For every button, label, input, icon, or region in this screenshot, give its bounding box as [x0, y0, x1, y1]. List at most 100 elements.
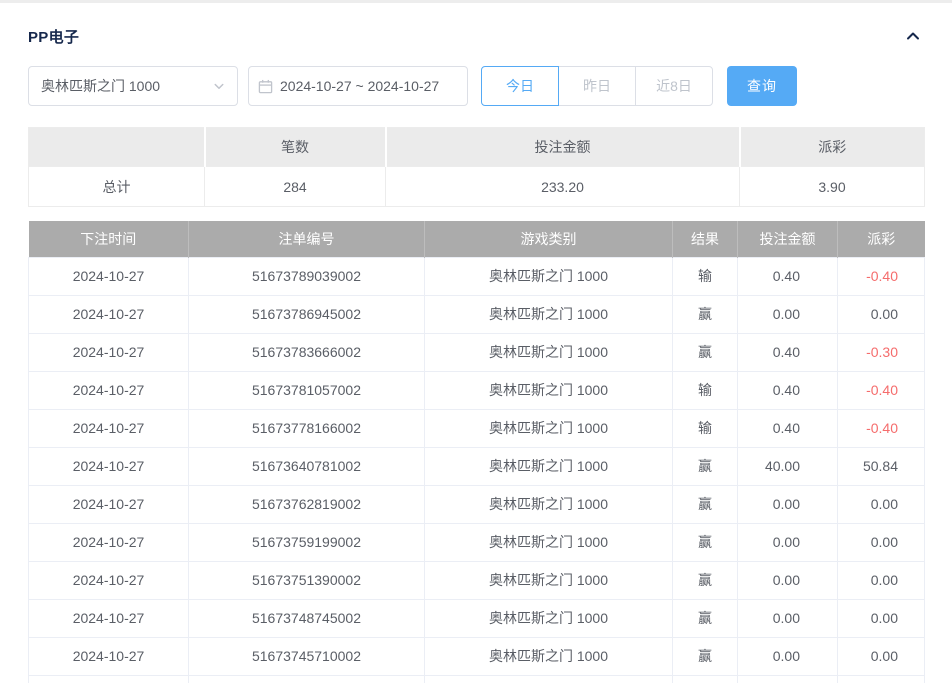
column-header-result: 结果 [672, 221, 738, 257]
cell-bet-id: 51673751390002 [188, 560, 425, 600]
column-header-bet-id: 注单编号 [188, 221, 425, 257]
table-row: 2024-10-27 51673783666002 奥林匹斯之门 1000 赢 0.40… [28, 332, 925, 372]
today-button[interactable]: 今日 [481, 66, 559, 106]
last-8-days-button[interactable]: 近8日 [635, 66, 713, 106]
table-row: 2024-10-27 51673781057002 奥林匹斯之门 1000 输 0.40… [28, 370, 925, 410]
cell-bet-amount: 0.00 [737, 598, 838, 638]
cell-bet-amount: 0.00 [737, 636, 838, 676]
yesterday-button[interactable]: 昨日 [558, 66, 636, 106]
cell-payout: 0.00 [837, 294, 925, 334]
summary-total-row: 总计 284 233.20 3.90 [28, 166, 925, 207]
cell-payout: 0.00 [837, 484, 925, 524]
cell-game-type: 奥林匹斯之门 1000 [424, 294, 673, 334]
cell-empty [28, 674, 189, 683]
cell-empty [424, 674, 673, 683]
game-select[interactable]: 奥林匹斯之门 1000 [28, 66, 238, 106]
table-row: 2024-10-27 51673786945002 奥林匹斯之门 1000 赢 0.00… [28, 294, 925, 334]
cell-result: 赢 [672, 560, 738, 600]
table-row: 2024-10-27 51673759199002 奥林匹斯之门 1000 赢 0.00… [28, 522, 925, 562]
column-header-game-type: 游戏类别 [424, 221, 673, 257]
cell-bet-amount: 0.00 [737, 294, 838, 334]
cell-result: 赢 [672, 446, 738, 486]
records-tbody: 2024-10-27 51673789039002 奥林匹斯之门 1000 输 0.40… [28, 256, 925, 683]
cell-payout: -0.40 [837, 256, 925, 296]
cell-empty [737, 674, 838, 683]
filter-row: 奥林匹斯之门 1000 2024-10-27 ~ 2024-10-27 今日 昨… [28, 66, 924, 106]
cell-bet-id: 51673762819002 [188, 484, 425, 524]
cell-game-type: 奥林匹斯之门 1000 [424, 446, 673, 486]
cell-payout: -0.30 [837, 332, 925, 372]
collapse-chevron-up-icon[interactable] [902, 25, 924, 47]
records-header-row: 下注时间 注单编号 游戏类别 结果 投注金额 派彩 [28, 221, 925, 257]
cell-bet-amount: 0.00 [737, 522, 838, 562]
summary-total-label: 总计 [28, 166, 205, 207]
cell-result: 赢 [672, 294, 738, 334]
cell-bet-time: 2024-10-27 [28, 370, 189, 410]
cell-bet-amount: 40.00 [737, 446, 838, 486]
quick-date-button-group: 今日 昨日 近8日 [481, 66, 713, 106]
chevron-down-icon [213, 80, 225, 92]
calendar-icon [258, 79, 273, 94]
table-row: 2024-10-27 51673778166002 奥林匹斯之门 1000 输 0.40… [28, 408, 925, 448]
table-row: 2024-10-27 51673789039002 奥林匹斯之门 1000 输 0.40… [28, 256, 925, 296]
cell-game-type: 奥林匹斯之门 1000 [424, 332, 673, 372]
game-select-value: 奥林匹斯之门 1000 [41, 78, 161, 94]
cell-game-type: 奥林匹斯之门 1000 [424, 522, 673, 562]
cell-result: 赢 [672, 636, 738, 676]
cell-game-type: 奥林匹斯之门 1000 [424, 370, 673, 410]
records-table: 下注时间 注单编号 游戏类别 结果 投注金额 派彩 2024-10-27 5167… [28, 221, 925, 683]
cell-bet-id: 51673783666002 [188, 332, 425, 372]
date-range-input[interactable]: 2024-10-27 ~ 2024-10-27 [248, 66, 468, 106]
panel-header: PP电子 [28, 23, 924, 49]
cell-bet-amount: 0.40 [737, 332, 838, 372]
cell-bet-id: 51673781057002 [188, 370, 425, 410]
table-row: 2024-10-27 51673751390002 奥林匹斯之门 1000 赢 0.00… [28, 560, 925, 600]
search-button[interactable]: 查询 [727, 66, 797, 106]
cell-bet-amount: 0.40 [737, 370, 838, 410]
cell-bet-id: 51673748745002 [188, 598, 425, 638]
table-row-partial [28, 674, 925, 683]
table-row: 2024-10-27 51673762819002 奥林匹斯之门 1000 赢 0.00… [28, 484, 925, 524]
cell-result: 赢 [672, 484, 738, 524]
cell-game-type: 奥林匹斯之门 1000 [424, 560, 673, 600]
cell-payout: 0.00 [837, 560, 925, 600]
cell-bet-time: 2024-10-27 [28, 560, 189, 600]
cell-bet-id: 51673640781002 [188, 446, 425, 486]
summary-total-bet-amount: 233.20 [385, 166, 740, 207]
summary-header-count: 笔数 [203, 127, 386, 167]
column-header-bet-time: 下注时间 [28, 221, 189, 257]
cell-bet-time: 2024-10-27 [28, 332, 189, 372]
cell-payout: 0.00 [837, 636, 925, 676]
cell-payout: 50.84 [837, 446, 925, 486]
cell-bet-amount: 0.00 [737, 484, 838, 524]
table-row: 2024-10-27 51673748745002 奥林匹斯之门 1000 赢 0.00… [28, 598, 925, 638]
summary-total-payout: 3.90 [739, 166, 925, 207]
date-range-value: 2024-10-27 ~ 2024-10-27 [280, 78, 440, 94]
cell-game-type: 奥林匹斯之门 1000 [424, 484, 673, 524]
cell-payout: 0.00 [837, 598, 925, 638]
cell-bet-amount: 0.40 [737, 256, 838, 296]
cell-bet-time: 2024-10-27 [28, 636, 189, 676]
cell-bet-id: 51673786945002 [188, 294, 425, 334]
cell-bet-id: 51673759199002 [188, 522, 425, 562]
cell-bet-amount: 0.40 [737, 408, 838, 448]
cell-bet-amount: 0.00 [737, 560, 838, 600]
cell-game-type: 奥林匹斯之门 1000 [424, 598, 673, 638]
cell-bet-id: 51673789039002 [188, 256, 425, 296]
summary-total-count: 284 [204, 166, 386, 207]
cell-bet-time: 2024-10-27 [28, 598, 189, 638]
cell-game-type: 奥林匹斯之门 1000 [424, 636, 673, 676]
cell-game-type: 奥林匹斯之门 1000 [424, 408, 673, 448]
cell-result: 赢 [672, 522, 738, 562]
cell-result: 输 [672, 408, 738, 448]
cell-bet-time: 2024-10-27 [28, 256, 189, 296]
cell-bet-id: 51673778166002 [188, 408, 425, 448]
cell-result: 输 [672, 256, 738, 296]
cell-result: 赢 [672, 598, 738, 638]
cell-payout: 0.00 [837, 522, 925, 562]
cell-empty [188, 674, 425, 683]
table-row: 2024-10-27 51673640781002 奥林匹斯之门 1000 赢 40.0… [28, 446, 925, 486]
cell-bet-time: 2024-10-27 [28, 522, 189, 562]
page-title: PP电子 [28, 28, 80, 46]
summary-header-payout: 派彩 [738, 127, 925, 167]
